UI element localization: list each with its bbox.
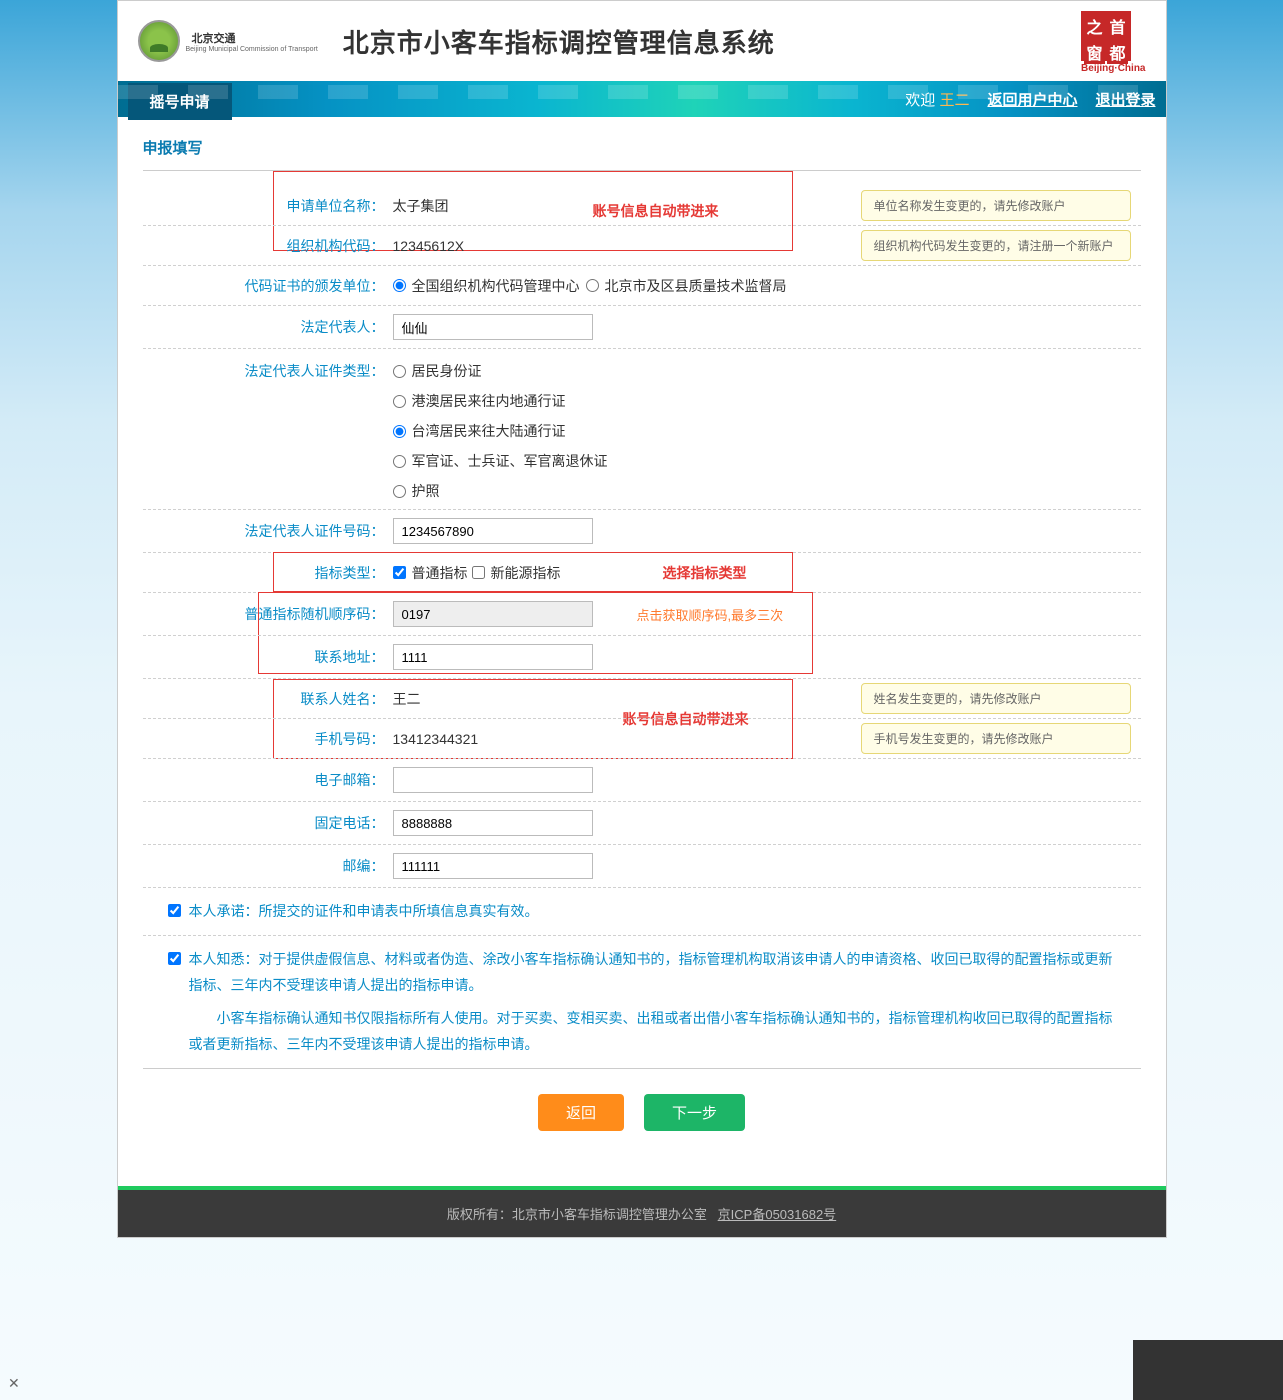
footer-copyright: 版权所有：北京市小客车指标调控管理办公室 — [447, 1207, 707, 1222]
label-address: 联系地址： — [143, 647, 393, 667]
logo-icon — [138, 20, 180, 62]
bottom-bar — [1133, 1340, 1283, 1400]
nav-welcome: 欢迎 — [905, 92, 935, 109]
label-legal-rep: 法定代表人： — [143, 317, 393, 337]
agreement-text-2a: 本人知悉：对于提供虚假信息、材料或者伪造、涂改小客车指标确认通知书的，指标管理机… — [189, 946, 1116, 999]
agreement-text-1: 本人承诺：所提交的证件和申请表中所填信息真实有效。 — [189, 898, 539, 925]
logo-subtext: Beijing Municipal Commission of Transpor… — [186, 46, 318, 53]
input-id-number[interactable] — [393, 518, 593, 544]
seal-icon: 之 首 窗 都 — [1081, 11, 1131, 61]
annotation-text-2: 选择指标类型 — [663, 563, 747, 583]
input-legal-rep[interactable] — [393, 314, 593, 340]
radio-id-type-3[interactable]: 军官证、士兵证、军官离退休证 — [393, 451, 608, 471]
radio-id-type-1[interactable]: 港澳居民来往内地通行证 — [393, 391, 608, 411]
footer: 版权所有：北京市小客车指标调控管理办公室 京ICP备05031682号 — [118, 1186, 1166, 1237]
hint-mobile: 手机号发生变更的，请先修改账户 — [861, 723, 1131, 754]
label-id-number: 法定代表人证件号码： — [143, 521, 393, 541]
radio-id-type-4[interactable]: 护照 — [393, 481, 608, 501]
label-seq: 普通指标随机顺序码： — [143, 604, 393, 624]
checkbox-agree-1[interactable] — [168, 904, 181, 917]
checkbox-quota-new-energy[interactable]: 新能源指标 — [472, 563, 561, 583]
input-address[interactable] — [393, 644, 593, 670]
next-button[interactable]: 下一步 — [644, 1094, 745, 1131]
radio-id-type-0[interactable]: 居民身份证 — [393, 361, 608, 381]
close-icon[interactable]: ✕ — [8, 1375, 20, 1392]
label-mobile: 手机号码： — [143, 729, 393, 749]
input-zip[interactable] — [393, 853, 593, 879]
hint-unit-name: 单位名称发生变更的，请先修改账户 — [861, 190, 1131, 221]
section-title: 申报填写 — [143, 137, 1141, 158]
label-phone: 固定电话： — [143, 813, 393, 833]
label-issuer: 代码证书的颁发单位： — [143, 276, 393, 296]
header: 北京交通 Beijing Municipal Commission of Tra… — [118, 1, 1166, 81]
checkbox-quota-normal[interactable]: 普通指标 — [393, 563, 468, 583]
label-unit-name: 申请单位名称： — [143, 196, 393, 216]
nav-tab-apply[interactable]: 摇号申请 — [128, 83, 232, 120]
nav-logout-link[interactable]: 退出登录 — [1095, 89, 1155, 110]
label-zip: 邮编： — [143, 856, 393, 876]
nav-username: 王二 — [939, 92, 969, 109]
logo-text: 北京交通 — [192, 30, 318, 46]
hint-contact-name: 姓名发生变更的，请先修改账户 — [861, 683, 1131, 714]
logo-left: 北京交通 Beijing Municipal Commission of Tra… — [138, 20, 318, 62]
logo-right: 之 首 窗 都 Beijing·China — [1081, 11, 1145, 74]
input-phone[interactable] — [393, 810, 593, 836]
nav-bar: 摇号申请 欢迎 王二 返回用户中心 退出登录 — [118, 81, 1166, 117]
seal-text: Beijing·China — [1081, 63, 1145, 74]
footer-icp-link[interactable]: 京ICP备05031682号 — [718, 1207, 837, 1222]
hint-org-code: 组织机构代码发生变更的，请注册一个新账户 — [861, 230, 1131, 261]
label-id-type: 法定代表人证件类型： — [143, 361, 393, 381]
page-title: 北京市小客车指标调控管理信息系统 — [343, 23, 775, 60]
back-button[interactable]: 返回 — [538, 1094, 624, 1131]
input-email[interactable] — [393, 767, 593, 793]
label-org-code: 组织机构代码： — [143, 236, 393, 256]
input-seq[interactable] — [393, 601, 593, 627]
label-contact-name: 联系人姓名： — [143, 689, 393, 709]
radio-id-type-2[interactable]: 台湾居民来往大陆通行证 — [393, 421, 608, 441]
label-email: 电子邮箱： — [143, 770, 393, 790]
radio-issuer-2[interactable]: 北京市及区县质量技术监督局 — [586, 276, 787, 296]
label-quota-type: 指标类型： — [143, 563, 393, 583]
nav-return-link[interactable]: 返回用户中心 — [987, 89, 1077, 110]
checkbox-agree-2[interactable] — [168, 952, 181, 965]
radio-issuer-1[interactable]: 全国组织机构代码管理中心 — [393, 276, 580, 296]
hint-seq: 点击获取顺序码,最多三次 — [637, 605, 784, 624]
agreement-text-2b: 小客车指标确认通知书仅限指标所有人使用。对于买卖、变相买卖、出租或者出借小客车指… — [189, 1005, 1116, 1058]
